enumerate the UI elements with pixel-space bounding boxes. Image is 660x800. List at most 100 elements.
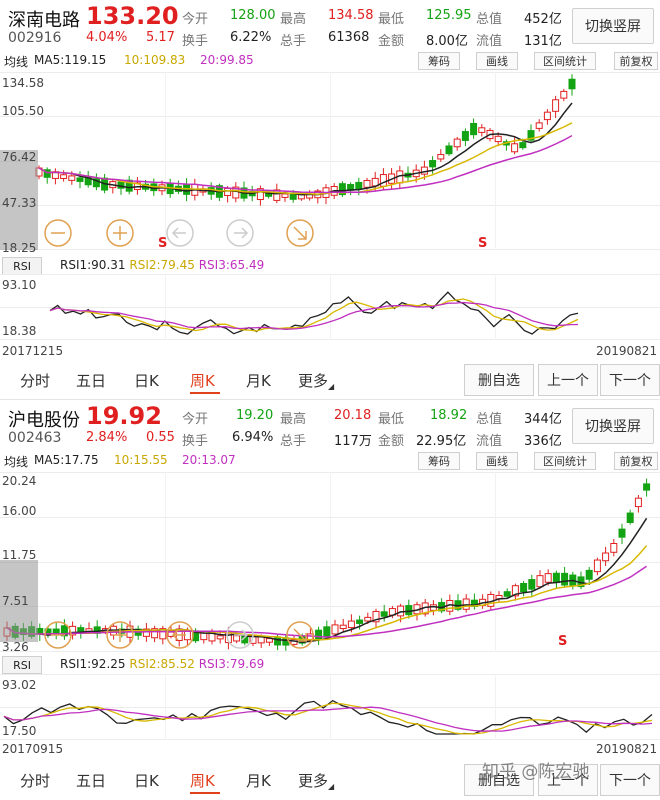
tab-intraday[interactable]: 分时 (20, 770, 50, 791)
switch-portrait-button[interactable]: 切换竖屏 (572, 408, 654, 444)
stat-value: 6.94% (232, 430, 274, 445)
rsi-values: RSI1:90.31 RSI2:79.45 RSI3:65.49 (60, 258, 264, 272)
rsi3-value: RSI3:65.49 (198, 258, 265, 272)
stock-price: 19.92 (86, 402, 162, 430)
tab-more-label: 更多 (298, 372, 329, 390)
tab-five-day[interactable]: 五日 (76, 370, 106, 391)
stat-label: 总手 (280, 434, 307, 449)
stat-value: 19.20 (236, 408, 274, 423)
stock-code: 002463 (8, 430, 62, 446)
pan-right-icon[interactable] (226, 621, 254, 649)
stat-label: 总值 (476, 12, 503, 27)
stat-label: 换手 (182, 34, 209, 49)
stat-label: 最低 (378, 412, 405, 427)
stat-label: 金额 (378, 434, 405, 449)
stat-value: 336亿 (524, 434, 562, 449)
candle (602, 552, 610, 562)
rsi-line (49, 301, 579, 330)
candle (519, 142, 527, 149)
stock-panel-hudian: 沪电股份 19.92 002463 2.84% 0.55 今开 19.20 最高… (0, 399, 660, 800)
rsi-chart[interactable] (0, 274, 660, 342)
ma-label: 均线 (4, 455, 29, 469)
rsi-chart[interactable] (0, 674, 660, 742)
ma-label: 均线 (4, 55, 29, 69)
active-tab-underline (190, 792, 220, 794)
stat-value: 22.95亿 (416, 434, 467, 449)
active-tab-underline (190, 392, 220, 394)
forward-adjust-button[interactable]: 前复权 (614, 52, 658, 70)
rsi-indicator-tab[interactable]: RSI (2, 257, 42, 275)
ma5-value: MA5:119.15 (34, 53, 107, 67)
pan-left-icon[interactable] (166, 621, 194, 649)
candle (610, 542, 618, 553)
fit-screen-icon[interactable] (286, 219, 314, 247)
zoom-in-icon[interactable] (106, 621, 134, 649)
tab-five-day[interactable]: 五日 (76, 770, 106, 791)
rsi-indicator-tab[interactable]: RSI (2, 656, 42, 674)
tab-more[interactable]: 更多◢ (298, 370, 334, 391)
stock-code: 002916 (8, 30, 62, 46)
candle (364, 616, 372, 622)
stat-label: 流值 (476, 34, 503, 49)
stock-change: 0.55 (146, 430, 175, 445)
candle (68, 175, 76, 181)
zoom-out-icon[interactable] (44, 621, 72, 649)
previous-button[interactable]: 上一个 (538, 364, 598, 396)
forward-adjust-button[interactable]: 前复权 (614, 452, 658, 470)
rsi-axis-top: 93.02 (2, 678, 37, 692)
zoom-out-icon[interactable] (44, 219, 72, 247)
candle (76, 177, 84, 182)
candle (445, 145, 453, 155)
candle (429, 160, 437, 168)
candle (520, 582, 528, 593)
remove-watchlist-button[interactable]: 删自选 (464, 364, 534, 396)
tab-daily-k[interactable]: 日K (134, 770, 159, 791)
rsi-line (3, 699, 653, 735)
candle (461, 131, 469, 141)
stock-price: 133.20 (86, 2, 179, 30)
date-start: 20170915 (2, 742, 64, 756)
candle (634, 497, 642, 508)
chips-button[interactable]: 筹码 (418, 452, 460, 470)
next-button[interactable]: 下一个 (600, 364, 660, 396)
candle (535, 122, 543, 129)
chips-button[interactable]: 筹码 (418, 52, 460, 70)
y-axis-label: 7.51 (2, 594, 29, 608)
tab-weekly-k[interactable]: 周K (190, 770, 215, 791)
stat-value: 131亿 (524, 34, 562, 49)
stat-value: 134.58 (328, 8, 374, 23)
fit-screen-icon[interactable] (286, 621, 314, 649)
switch-portrait-button[interactable]: 切换竖屏 (572, 8, 654, 44)
range-stats-button[interactable]: 区间统计 (534, 452, 596, 470)
candle (462, 598, 470, 610)
quote-header: 深南电路 133.20 002916 4.04% 5.17 今开 128.00 … (0, 0, 660, 50)
draw-line-button[interactable]: 画线 (476, 52, 518, 70)
rsi2-value: RSI2:85.52 (129, 657, 195, 671)
rsi2-value: RSI2:79.45 (129, 258, 195, 272)
next-button[interactable]: 下一个 (600, 764, 660, 796)
candle (281, 193, 289, 198)
candle (503, 591, 511, 597)
draw-line-button[interactable]: 画线 (476, 452, 518, 470)
candle (363, 179, 371, 188)
tab-weekly-k[interactable]: 周K (190, 370, 215, 391)
candle (224, 188, 232, 196)
tab-monthly-k[interactable]: 月K (246, 370, 271, 391)
candle (552, 99, 560, 112)
range-stats-button[interactable]: 区间统计 (534, 52, 596, 70)
stat-label: 金额 (378, 34, 405, 49)
candle (536, 575, 544, 588)
pan-right-icon[interactable] (226, 219, 254, 247)
stat-label: 总手 (280, 34, 307, 49)
y-axis-label: 18.25 (2, 241, 37, 255)
zoom-in-icon[interactable] (106, 219, 134, 247)
y-axis-label: 105.50 (2, 104, 44, 118)
tab-monthly-k[interactable]: 月K (246, 770, 271, 791)
date-end: 20190821 (596, 344, 658, 358)
tab-daily-k[interactable]: 日K (134, 370, 159, 391)
y-axis-label: 134.58 (2, 76, 44, 90)
pan-left-icon[interactable] (166, 219, 194, 247)
date-end: 20190821 (596, 742, 658, 756)
tab-more[interactable]: 更多◢ (298, 770, 334, 791)
tab-intraday[interactable]: 分时 (20, 370, 50, 391)
